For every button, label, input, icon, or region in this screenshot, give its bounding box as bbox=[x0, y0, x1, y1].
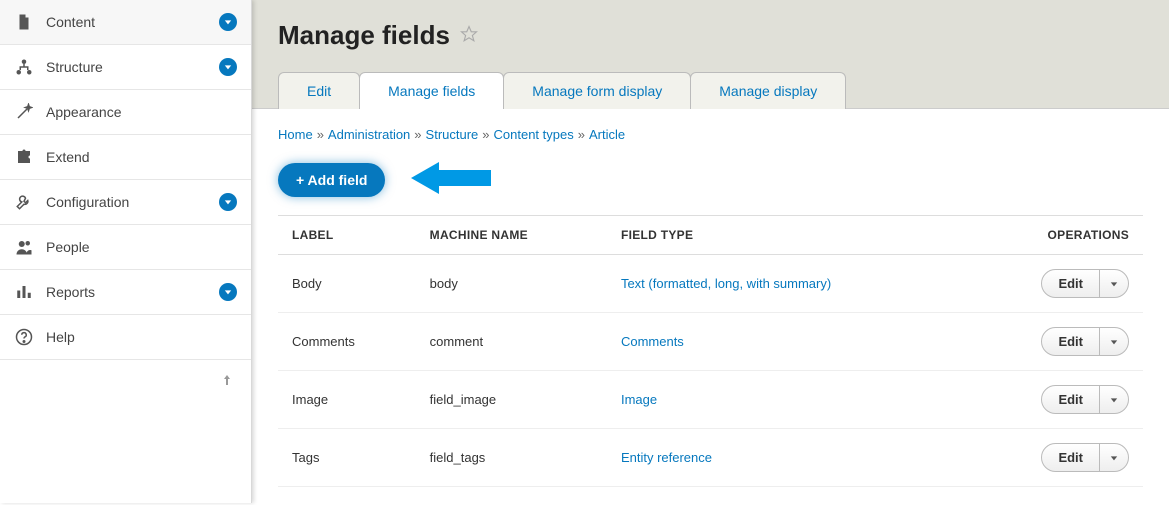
sidebar-item-people[interactable]: People bbox=[0, 225, 251, 270]
main-content: Manage fields EditManage fieldsManage fo… bbox=[252, 0, 1169, 503]
tab-manage-fields[interactable]: Manage fields bbox=[359, 72, 504, 109]
sidebar-item-appearance[interactable]: Appearance bbox=[0, 90, 251, 135]
field-type-cell: Image bbox=[607, 371, 968, 429]
breadcrumb-link[interactable]: Structure bbox=[426, 127, 479, 142]
field-type-link[interactable]: Text (formatted, long, with summary) bbox=[621, 276, 831, 291]
chevron-down-icon bbox=[219, 58, 237, 76]
operations-caret-icon[interactable] bbox=[1100, 386, 1128, 413]
wrench-icon bbox=[14, 192, 34, 212]
field-label-cell: Comments bbox=[278, 313, 416, 371]
table-row: Tagsfield_tags Entity reference Edit bbox=[278, 429, 1143, 487]
add-field-row: + Add field bbox=[278, 160, 1143, 199]
favorite-star-icon[interactable] bbox=[460, 25, 478, 46]
breadcrumb-separator: » bbox=[482, 127, 489, 142]
field-ops-cell: Edit bbox=[968, 429, 1143, 487]
field-type-link[interactable]: Comments bbox=[621, 334, 684, 349]
breadcrumb-link[interactable]: Administration bbox=[328, 127, 410, 142]
help-icon bbox=[14, 327, 34, 347]
operations-dropbutton: Edit bbox=[1041, 385, 1129, 414]
sidebar-item-label: Appearance bbox=[46, 104, 237, 120]
sidebar-item-label: Structure bbox=[46, 59, 219, 75]
breadcrumb: Home»Administration»Structure»Content ty… bbox=[278, 127, 1143, 142]
edit-button[interactable]: Edit bbox=[1042, 444, 1100, 471]
chevron-down-icon bbox=[219, 193, 237, 211]
field-type-cell: Entity reference bbox=[607, 429, 968, 487]
page-title: Manage fields bbox=[278, 20, 450, 51]
pointer-arrow-icon bbox=[411, 160, 491, 199]
field-type-cell: Text (formatted, long, with summary) bbox=[607, 255, 968, 313]
operations-caret-icon[interactable] bbox=[1100, 270, 1128, 297]
file-icon bbox=[14, 12, 34, 32]
sidebar-item-label: Configuration bbox=[46, 194, 219, 210]
add-field-button[interactable]: + Add field bbox=[278, 163, 385, 197]
fields-table: LABELMACHINE NAMEFIELD TYPEOPERATIONS Bo… bbox=[278, 215, 1143, 487]
field-label-cell: Tags bbox=[278, 429, 416, 487]
sidebar-item-extend[interactable]: Extend bbox=[0, 135, 251, 180]
header-region: Manage fields EditManage fieldsManage fo… bbox=[252, 0, 1169, 109]
sidebar-item-label: Reports bbox=[46, 284, 219, 300]
wand-icon bbox=[14, 102, 34, 122]
table-row: CommentscommentCommentsEdit bbox=[278, 313, 1143, 371]
breadcrumb-separator: » bbox=[578, 127, 585, 142]
edit-button[interactable]: Edit bbox=[1042, 270, 1100, 297]
sidebar-collapse-row bbox=[0, 360, 251, 400]
collapse-sidebar-button[interactable] bbox=[217, 370, 237, 390]
tab-edit[interactable]: Edit bbox=[278, 72, 360, 109]
breadcrumb-link[interactable]: Home bbox=[278, 127, 313, 142]
field-type-cell: Comments bbox=[607, 313, 968, 371]
edit-button[interactable]: Edit bbox=[1042, 328, 1100, 355]
primary-tabs: EditManage fieldsManage form displayMana… bbox=[278, 71, 1143, 108]
page-title-row: Manage fields bbox=[278, 20, 1143, 51]
table-row: Bodybody Text (formatted, long, with summ… bbox=[278, 255, 1143, 313]
table-header: MACHINE NAME bbox=[416, 216, 607, 255]
puzzle-icon bbox=[14, 147, 34, 167]
operations-dropbutton: Edit bbox=[1041, 327, 1129, 356]
breadcrumb-separator: » bbox=[317, 127, 324, 142]
table-header: FIELD TYPE bbox=[607, 216, 968, 255]
field-machine-cell: body bbox=[416, 255, 607, 313]
field-machine-cell: field_tags bbox=[416, 429, 607, 487]
breadcrumb-separator: » bbox=[414, 127, 421, 142]
sidebar-item-label: Content bbox=[46, 14, 219, 30]
field-label-cell: Image bbox=[278, 371, 416, 429]
breadcrumb-link[interactable]: Article bbox=[589, 127, 625, 142]
field-type-link[interactable]: Entity reference bbox=[621, 450, 712, 465]
sidebar-item-label: People bbox=[46, 239, 237, 255]
sidebar-item-content[interactable]: Content bbox=[0, 0, 251, 45]
tab-manage-display[interactable]: Manage display bbox=[690, 72, 846, 109]
operations-dropbutton: Edit bbox=[1041, 269, 1129, 298]
operations-dropbutton: Edit bbox=[1041, 443, 1129, 472]
field-label-cell: Body bbox=[278, 255, 416, 313]
field-type-link[interactable]: Image bbox=[621, 392, 657, 407]
operations-caret-icon[interactable] bbox=[1100, 444, 1128, 471]
sidebar-item-reports[interactable]: Reports bbox=[0, 270, 251, 315]
tab-manage-form-display[interactable]: Manage form display bbox=[503, 72, 691, 109]
table-row: Imagefield_imageImageEdit bbox=[278, 371, 1143, 429]
sidebar-item-help[interactable]: Help bbox=[0, 315, 251, 360]
edit-button[interactable]: Edit bbox=[1042, 386, 1100, 413]
content-region: Home»Administration»Structure»Content ty… bbox=[252, 109, 1169, 505]
field-machine-cell: field_image bbox=[416, 371, 607, 429]
people-icon bbox=[14, 237, 34, 257]
field-ops-cell: Edit bbox=[968, 313, 1143, 371]
sidebar-item-label: Extend bbox=[46, 149, 237, 165]
field-ops-cell: Edit bbox=[968, 255, 1143, 313]
operations-caret-icon[interactable] bbox=[1100, 328, 1128, 355]
breadcrumb-link[interactable]: Content types bbox=[494, 127, 574, 142]
field-ops-cell: Edit bbox=[968, 371, 1143, 429]
field-machine-cell: comment bbox=[416, 313, 607, 371]
table-header: OPERATIONS bbox=[968, 216, 1143, 255]
table-header: LABEL bbox=[278, 216, 416, 255]
admin-sidebar: Content Structure Appearance Extend Configur… bbox=[0, 0, 252, 503]
chevron-down-icon bbox=[219, 13, 237, 31]
hierarchy-icon bbox=[14, 57, 34, 77]
sidebar-item-configuration[interactable]: Configuration bbox=[0, 180, 251, 225]
chevron-down-icon bbox=[219, 283, 237, 301]
sidebar-item-structure[interactable]: Structure bbox=[0, 45, 251, 90]
sidebar-item-label: Help bbox=[46, 329, 237, 345]
bar-chart-icon bbox=[14, 282, 34, 302]
